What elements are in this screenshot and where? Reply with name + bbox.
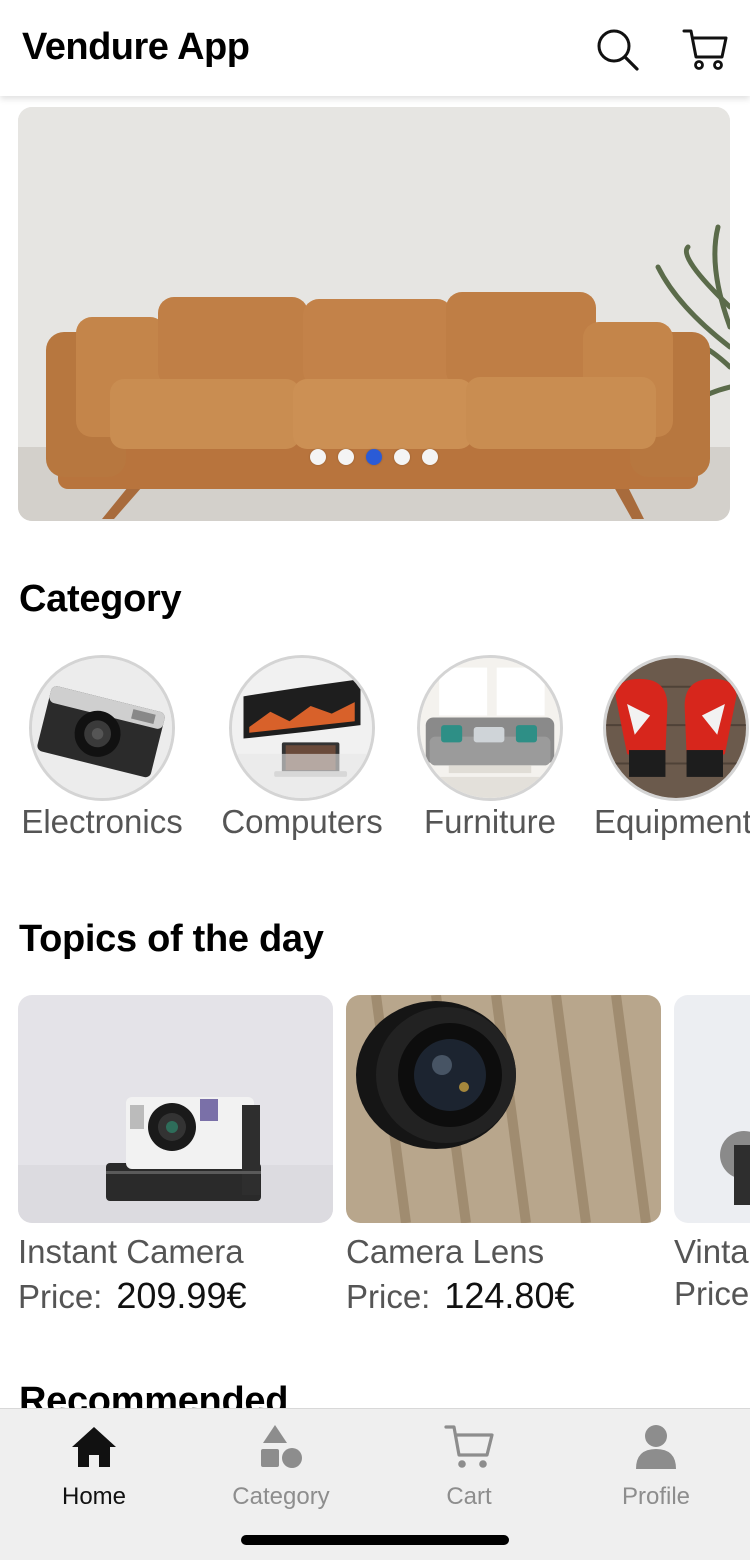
category-label: Furniture (423, 803, 557, 840)
tab-home[interactable]: Home (0, 1421, 188, 1511)
category-label: Computers (221, 803, 383, 840)
topics-section-title: Topics of the day (19, 918, 324, 960)
price-value: 124.80€ (444, 1275, 575, 1316)
carousel-dots (18, 449, 730, 465)
topic-card-vintage[interactable]: Vintage Price: (674, 995, 750, 1313)
banner-carousel[interactable] (18, 107, 730, 521)
equipment-image (603, 655, 749, 801)
cart-icon (443, 1421, 495, 1473)
category-item-equipment[interactable]: Equipment (594, 655, 750, 840)
tab-cart[interactable]: Cart (375, 1421, 563, 1511)
topic-name: Vintage (674, 1233, 750, 1270)
nav-label: Home (61, 1483, 127, 1510)
category-icon (255, 1421, 307, 1473)
camera-lens-image (346, 995, 661, 1223)
home-icon (68, 1421, 120, 1473)
tab-profile[interactable]: Profile (562, 1421, 750, 1511)
furniture-image (417, 655, 563, 801)
price-label: Price: (674, 1275, 750, 1312)
topic-price: Price: 209.99€ (18, 1275, 333, 1317)
instant-camera-image (18, 995, 333, 1223)
category-item-electronics[interactable]: Electronics (21, 655, 183, 840)
topic-name: Instant Camera (18, 1233, 244, 1270)
nav-label: Profile (621, 1483, 691, 1510)
topic-name: Camera Lens (346, 1233, 545, 1270)
topic-price: Price: 124.80€ (346, 1275, 661, 1317)
category-label: Equipment (594, 803, 750, 840)
topic-price: Price: (674, 1275, 750, 1313)
search-icon[interactable] (594, 26, 640, 72)
price-label: Price: (346, 1278, 431, 1315)
nav-label: Category (232, 1483, 330, 1510)
cart-icon[interactable] (682, 26, 728, 72)
carousel-dot[interactable] (338, 449, 354, 465)
topic-card-instant-camera[interactable]: Instant Camera Price: 209.99€ (18, 995, 333, 1317)
category-item-computers[interactable]: Computers (221, 655, 383, 840)
category-item-furniture[interactable]: Furniture (417, 655, 563, 840)
category-label: Electronics (21, 803, 183, 840)
tab-category[interactable]: Category (187, 1421, 375, 1511)
price-label: Price: (18, 1278, 103, 1315)
carousel-dot[interactable] (422, 449, 438, 465)
electronics-image (29, 655, 175, 801)
app-title: Vendure App (22, 26, 250, 68)
bottom-navigation: Home Category Cart Profile (0, 1408, 750, 1560)
price-value: 209.99€ (116, 1275, 247, 1316)
carousel-dot-active[interactable] (366, 449, 382, 465)
vintage-image (674, 995, 750, 1223)
topic-card-camera-lens[interactable]: Camera Lens Price: 124.80€ (346, 995, 661, 1317)
carousel-dot[interactable] (394, 449, 410, 465)
nav-label: Cart (446, 1483, 492, 1510)
home-indicator (241, 1535, 509, 1545)
computers-image (229, 655, 375, 801)
carousel-dot[interactable] (310, 449, 326, 465)
app-header: Vendure App (0, 0, 750, 96)
category-section-title: Category (19, 578, 182, 620)
profile-icon (630, 1421, 682, 1473)
